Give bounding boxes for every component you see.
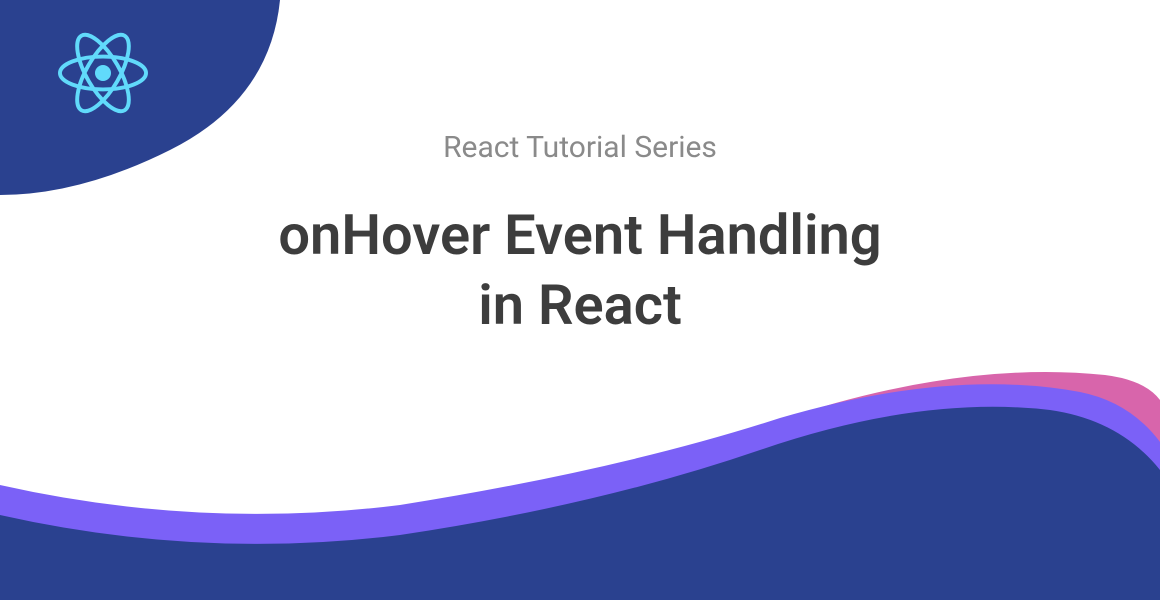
page-title: onHover Event Handling in React — [0, 200, 1160, 340]
series-label: React Tutorial Series — [0, 130, 1160, 165]
title-line-2: in React — [478, 272, 682, 338]
content-area: React Tutorial Series onHover Event Hand… — [0, 130, 1160, 340]
react-logo-icon — [58, 28, 148, 118]
title-line-1: onHover Event Handling — [278, 202, 881, 268]
bottom-wave-decoration — [0, 350, 1160, 600]
